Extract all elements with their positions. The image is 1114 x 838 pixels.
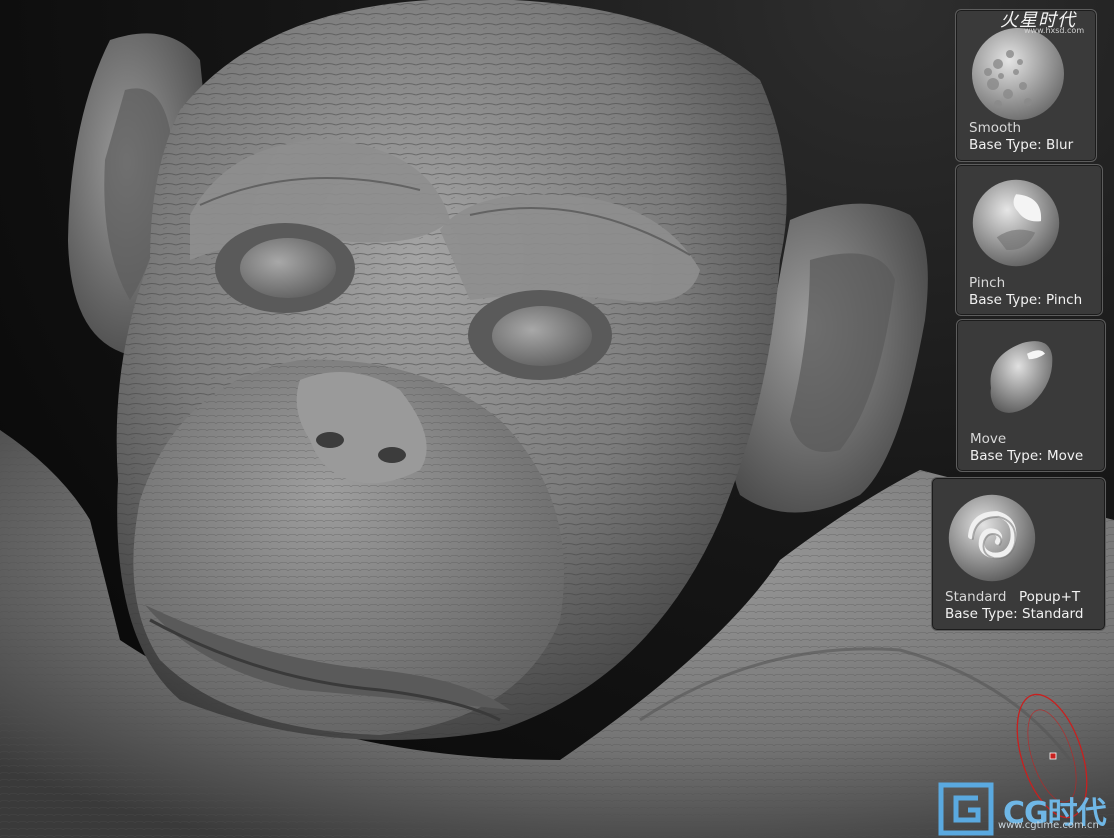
brush-name-label: Move (970, 431, 1007, 447)
move-brush-icon (990, 341, 1053, 413)
watermark-top: 火星时代 www.hxsd.com (1000, 6, 1110, 36)
chimpanzee-sculpt (0, 0, 1114, 838)
pinch-brush-icon (972, 179, 1060, 267)
cg-logo-icon (938, 782, 994, 836)
brush-base-type-label: Base Type: Standard (945, 606, 1084, 622)
brush-name-label: Smooth (969, 120, 1022, 136)
brush-hotkey-label: Popup+T (1019, 589, 1081, 605)
brush-panel-move[interactable]: Move Base Type: Move (956, 319, 1106, 472)
brush-name-label: Standard (945, 589, 1007, 605)
sculpt-viewport[interactable]: Smooth Base Type: Blur Pinch Base Type: … (0, 0, 1114, 838)
brush-panel-standard[interactable]: Standard Popup+T Base Type: Standard (931, 477, 1106, 631)
brush-panel-pinch[interactable]: Pinch Base Type: Pinch (955, 164, 1103, 316)
watermark-bottom-url: www.cgtime.com.cn (998, 820, 1099, 831)
brush-base-type-label: Base Type: Move (970, 448, 1084, 464)
brush-base-type-label: Base Type: Blur (969, 137, 1074, 153)
smooth-brush-icon (972, 28, 1064, 120)
watermark-bottom: CG时代 www.cgtime.com.cn (938, 780, 1114, 838)
standard-brush-icon (948, 494, 1036, 582)
brush-base-type-label: Base Type: Pinch (969, 292, 1083, 308)
brush-name-label: Pinch (969, 275, 1006, 291)
watermark-top-url: www.hxsd.com (1024, 26, 1085, 35)
